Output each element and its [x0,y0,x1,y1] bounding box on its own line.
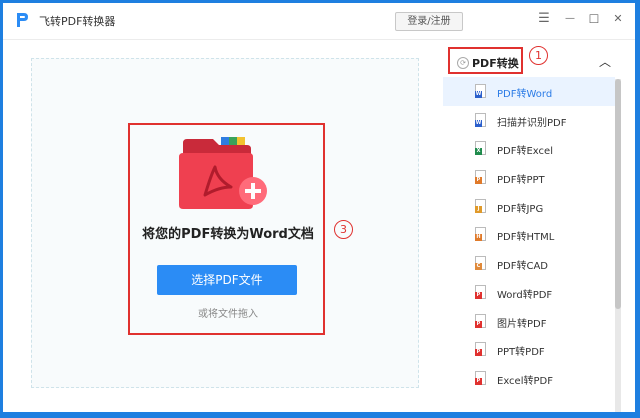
sidebar-scrollbar[interactable] [615,79,621,412]
sidebar-item-label: 扫描并识别PDF [497,117,567,129]
word-file-icon: W [475,112,486,127]
file-type-badge: C [475,263,482,271]
file-type-badge: J [475,205,482,213]
file-type-badge: P [475,320,482,328]
file-type-badge: P [475,177,482,185]
sidebar-item[interactable]: J PDF转JPG [443,192,615,221]
sidebar-item-label: PPT转PDF [497,347,545,359]
image-file-icon: J [475,198,486,213]
file-type-badge: P [475,377,482,385]
convert-icon: ⟳ [457,57,469,69]
conversion-sidebar: ⟳ PDF转换 ︿ W PDF转Word W 扫描并识别PDF X PDF转Excel P P… [443,47,621,412]
sidebar-item[interactable]: H PDF转HTML [443,220,615,249]
file-type-badge: H [475,234,482,242]
chevron-up-icon[interactable]: ︿ [599,53,611,70]
maximize-icon[interactable]: ☐ [586,9,602,29]
sidebar-item[interactable]: P 图片转PDF [443,307,615,336]
sidebar-item-label: PDF转Word [497,89,553,100]
annotation-circle-3: 3 [334,220,353,239]
pdf-file-icon: P [475,370,486,385]
sidebar-section-label: PDF转换 [472,57,519,70]
scrollbar-thumb[interactable] [615,79,621,309]
file-type-badge: P [475,349,482,357]
sidebar-item[interactable]: X PDF转Excel [443,134,615,163]
sidebar-item-label: Excel转PDF [497,375,553,387]
pdf-file-icon: P [475,313,486,328]
sidebar-item-label: PDF转Excel [497,146,553,158]
sidebar-item[interactable]: P PDF转PPT [443,163,615,192]
file-type-badge: W [475,119,482,127]
sidebar-item[interactable]: P Excel转PDF [443,364,615,393]
login-register-button[interactable]: 登录/注册 [395,12,463,31]
file-type-badge: W [475,91,482,98]
sidebar-item[interactable]: W PDF转Word [443,77,615,106]
html-file-icon: H [475,227,486,242]
file-type-badge: P [475,291,482,299]
sidebar-item-label: PDF转HTML [497,232,555,244]
sidebar-item-label: PDF转JPG [497,203,544,215]
title-divider [3,39,635,40]
sidebar-item[interactable]: C PDF转CAD [443,249,615,278]
sidebar-item[interactable]: W 扫描并识别PDF [443,106,615,135]
menu-icon[interactable]: ☰ [536,9,552,29]
title-bar: 飞转PDF转换器 登录/注册 ☰ — ☐ ✕ [3,3,635,39]
word-file-icon: W [475,84,486,98]
sidebar-item-label: 图片转PDF [497,318,547,330]
sidebar-item-label: PDF转PPT [497,175,545,187]
sidebar-item-label: PDF转CAD [497,261,549,273]
app-logo-icon [17,13,28,27]
close-icon[interactable]: ✕ [610,9,626,29]
sidebar-item[interactable]: P PPT转PDF [443,335,615,364]
sidebar-item-label: Word转PDF [497,289,553,301]
app-window: 飞转PDF转换器 登录/注册 ☰ — ☐ ✕ 将您的PDF转换为Word文档 选… [3,3,635,412]
pdf-file-icon: P [475,284,486,299]
excel-file-icon: X [475,141,486,156]
annotation-box-dropzone [128,123,325,335]
sidebar-item[interactable]: P Word转PDF [443,278,615,307]
ppt-file-icon: P [475,170,486,185]
app-title: 飞转PDF转换器 [39,15,116,28]
cad-file-icon: C [475,256,486,271]
conversion-list: W PDF转Word W 扫描并识别PDF X PDF转Excel P PDF转PPT J PDF… [443,77,615,393]
file-type-badge: X [475,148,482,156]
minimize-icon[interactable]: — [562,9,578,29]
pdf-file-icon: P [475,342,486,357]
sidebar-section-pdf-convert[interactable]: ⟳ PDF转换 ︿ [443,47,621,77]
